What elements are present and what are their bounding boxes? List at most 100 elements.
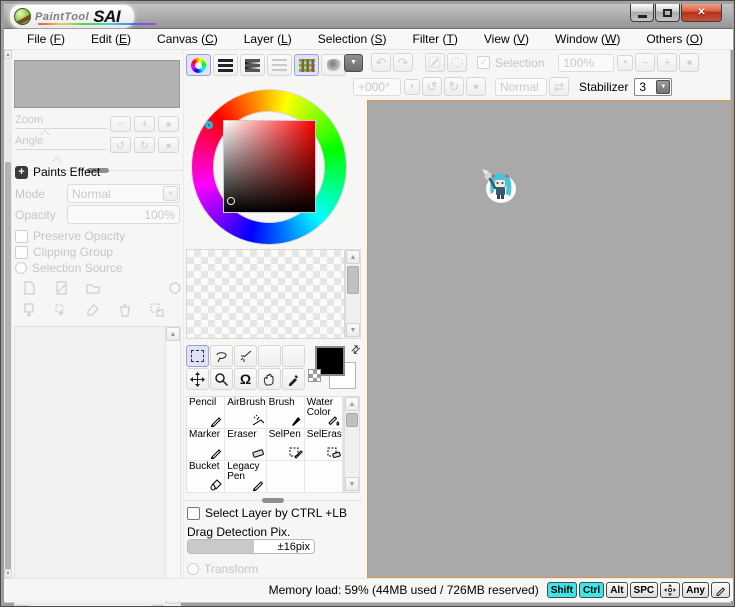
transform-radio[interactable] bbox=[187, 563, 199, 575]
scroll-up-icon[interactable]: ▲ bbox=[345, 397, 359, 411]
menu-window[interactable]: Window (W) bbox=[542, 30, 633, 48]
menu-layer[interactable]: Layer (L) bbox=[231, 30, 305, 48]
scratchpad-tab[interactable] bbox=[321, 54, 346, 76]
tool-brush[interactable]: Brush bbox=[266, 397, 305, 429]
canvas-rotate-cw-button[interactable]: ↻ bbox=[444, 77, 464, 96]
rotate-cw-button[interactable]: ↻ bbox=[134, 137, 155, 153]
panel-scrollbar-vertical[interactable]: ▲ ▼ bbox=[4, 50, 12, 578]
canvas-angle-reset-button[interactable]: ■ bbox=[466, 77, 486, 96]
scroll-up-icon[interactable]: ▲ bbox=[346, 250, 360, 264]
layers-vscroll[interactable]: ▲ ▼ bbox=[165, 327, 180, 604]
tool-grid-scrollbar[interactable]: ▲ ▼ bbox=[344, 396, 360, 493]
menu-canvas[interactable]: Canvas (C) bbox=[144, 30, 231, 48]
drag-detection-slider[interactable]: ±16pix bbox=[187, 539, 315, 554]
canvas-zoom-out-button[interactable]: − bbox=[635, 53, 656, 72]
angle-slider-thumb[interactable] bbox=[52, 156, 62, 162]
selection-source-radio[interactable] bbox=[15, 262, 27, 274]
transfer-down-button[interactable] bbox=[18, 300, 40, 320]
angle-slider[interactable] bbox=[15, 149, 107, 150]
scroll-up-icon[interactable]: ▲ bbox=[166, 327, 180, 341]
clipping-group-row[interactable]: Clipping Group bbox=[15, 245, 113, 259]
navigator-preview[interactable] bbox=[14, 60, 180, 108]
zoom-tool[interactable] bbox=[210, 368, 233, 390]
hand-tool[interactable] bbox=[258, 368, 281, 390]
swatches-area[interactable] bbox=[186, 249, 345, 339]
redo-button[interactable]: ↷ bbox=[393, 53, 413, 72]
flip-canvas-button[interactable]: ⇄ bbox=[549, 77, 569, 96]
canvas-angle-field[interactable]: +000° bbox=[353, 77, 401, 96]
merge-down-button[interactable] bbox=[50, 300, 72, 320]
transform-row[interactable]: Transform bbox=[187, 562, 258, 576]
menu-selection[interactable]: Selection (S) bbox=[305, 30, 400, 48]
selection-source-row[interactable]: Selection Source bbox=[15, 261, 123, 275]
divider-handle[interactable] bbox=[262, 498, 284, 503]
tool-bucket[interactable]: Bucket bbox=[187, 461, 226, 493]
canvas-angle-dropdown-button[interactable]: ▼ bbox=[404, 78, 420, 95]
move-tool[interactable] bbox=[186, 368, 209, 390]
close-button[interactable]: ✕ bbox=[681, 4, 722, 22]
new-lineart-layer-button[interactable] bbox=[50, 278, 72, 298]
paint-mode-field[interactable]: Normal bbox=[495, 77, 547, 96]
scroll-thumb[interactable] bbox=[346, 413, 358, 427]
swatches-tab[interactable] bbox=[294, 54, 319, 76]
tool-airbrush[interactable]: AirBrush bbox=[225, 397, 267, 429]
zoom-in-button[interactable]: + bbox=[134, 116, 155, 132]
scroll-thumb[interactable] bbox=[347, 266, 359, 294]
canvas-zoom-in-button[interactable]: + bbox=[657, 53, 678, 72]
tool-watercolor[interactable]: Water Color bbox=[304, 397, 343, 429]
new-layer-button[interactable] bbox=[18, 278, 40, 298]
layers-list[interactable]: ▲ ▼ ◄ ► bbox=[14, 326, 181, 606]
new-folder-button[interactable] bbox=[82, 278, 104, 298]
menu-view[interactable]: View (V) bbox=[471, 30, 542, 48]
saturation-value-square[interactable] bbox=[223, 120, 316, 213]
canvas-zoom-dropdown-button[interactable]: ▼ bbox=[617, 54, 634, 71]
rgb-slider-tab[interactable] bbox=[213, 54, 238, 76]
minimize-button[interactable] bbox=[630, 4, 654, 22]
invert-selection-button[interactable] bbox=[447, 53, 467, 72]
rotate-ccw-button[interactable]: ↺ bbox=[110, 137, 131, 153]
menu-edit[interactable]: Edit (E) bbox=[78, 30, 144, 48]
zoom-slider[interactable] bbox=[15, 128, 107, 129]
tool-seleras[interactable]: SelEras bbox=[304, 429, 343, 461]
canvas-zoom-field[interactable]: 100% bbox=[558, 53, 615, 72]
mode-dropdown-button[interactable]: ▼ bbox=[163, 186, 178, 201]
panel-menu-button[interactable]: ▼ bbox=[344, 53, 363, 72]
menu-others[interactable]: Others (O) bbox=[633, 30, 716, 48]
dropdown-icon[interactable]: ▼ bbox=[656, 79, 671, 94]
sv-marker[interactable] bbox=[227, 197, 235, 205]
deselect-button[interactable] bbox=[425, 53, 445, 72]
delete-layer-button[interactable] bbox=[114, 300, 136, 320]
menu-file[interactable]: File (F) bbox=[14, 30, 78, 48]
swap-colors-icon[interactable]: ⇄ bbox=[348, 342, 363, 357]
rotate-view-tool[interactable]: Ω bbox=[234, 368, 257, 390]
scroll-down-icon[interactable]: ▼ bbox=[345, 477, 359, 491]
scroll-down-icon[interactable]: ▼ bbox=[4, 569, 12, 578]
rect-select-tool[interactable] bbox=[186, 345, 209, 367]
color-wheel-tab[interactable] bbox=[186, 54, 211, 76]
clipping-group-checkbox[interactable] bbox=[15, 245, 28, 259]
canvas-rotate-ccw-button[interactable]: ↺ bbox=[422, 77, 442, 96]
angle-reset-button[interactable]: ■ bbox=[158, 137, 179, 153]
scroll-down-icon[interactable]: ▼ bbox=[346, 323, 360, 337]
opacity-field[interactable]: 100% bbox=[67, 205, 180, 224]
maximize-button[interactable] bbox=[655, 4, 680, 22]
preserve-opacity-checkbox[interactable] bbox=[15, 229, 28, 243]
color-mixer-tab[interactable] bbox=[267, 54, 292, 76]
menu-filter[interactable]: Filter (T) bbox=[400, 30, 471, 48]
lasso-tool[interactable] bbox=[210, 345, 233, 367]
zoom-out-button[interactable]: − bbox=[110, 116, 131, 132]
tool-marker[interactable]: Marker bbox=[187, 429, 226, 461]
paints-effect-header[interactable]: + Paints Effect bbox=[15, 165, 100, 179]
empty-tool-slot[interactable] bbox=[282, 345, 305, 367]
mode-dropdown[interactable]: Normal ▼ bbox=[67, 184, 180, 203]
canvas-zoom-reset-button[interactable]: ■ bbox=[679, 53, 700, 72]
tool-selpen[interactable]: SelPen bbox=[266, 429, 305, 461]
hue-marker[interactable] bbox=[205, 121, 213, 129]
clear-layer-button[interactable] bbox=[82, 300, 104, 320]
title-bar[interactable]: PaintTool SAI ✕ bbox=[4, 4, 733, 29]
preserve-opacity-row[interactable]: Preserve Opacity bbox=[15, 229, 125, 243]
transparent-color-chip[interactable] bbox=[308, 369, 321, 382]
select-layer-row[interactable]: Select Layer by CTRL +LB bbox=[187, 506, 347, 520]
undo-button[interactable]: ↶ bbox=[371, 53, 391, 72]
zoom-reset-button[interactable]: ■ bbox=[158, 116, 179, 132]
